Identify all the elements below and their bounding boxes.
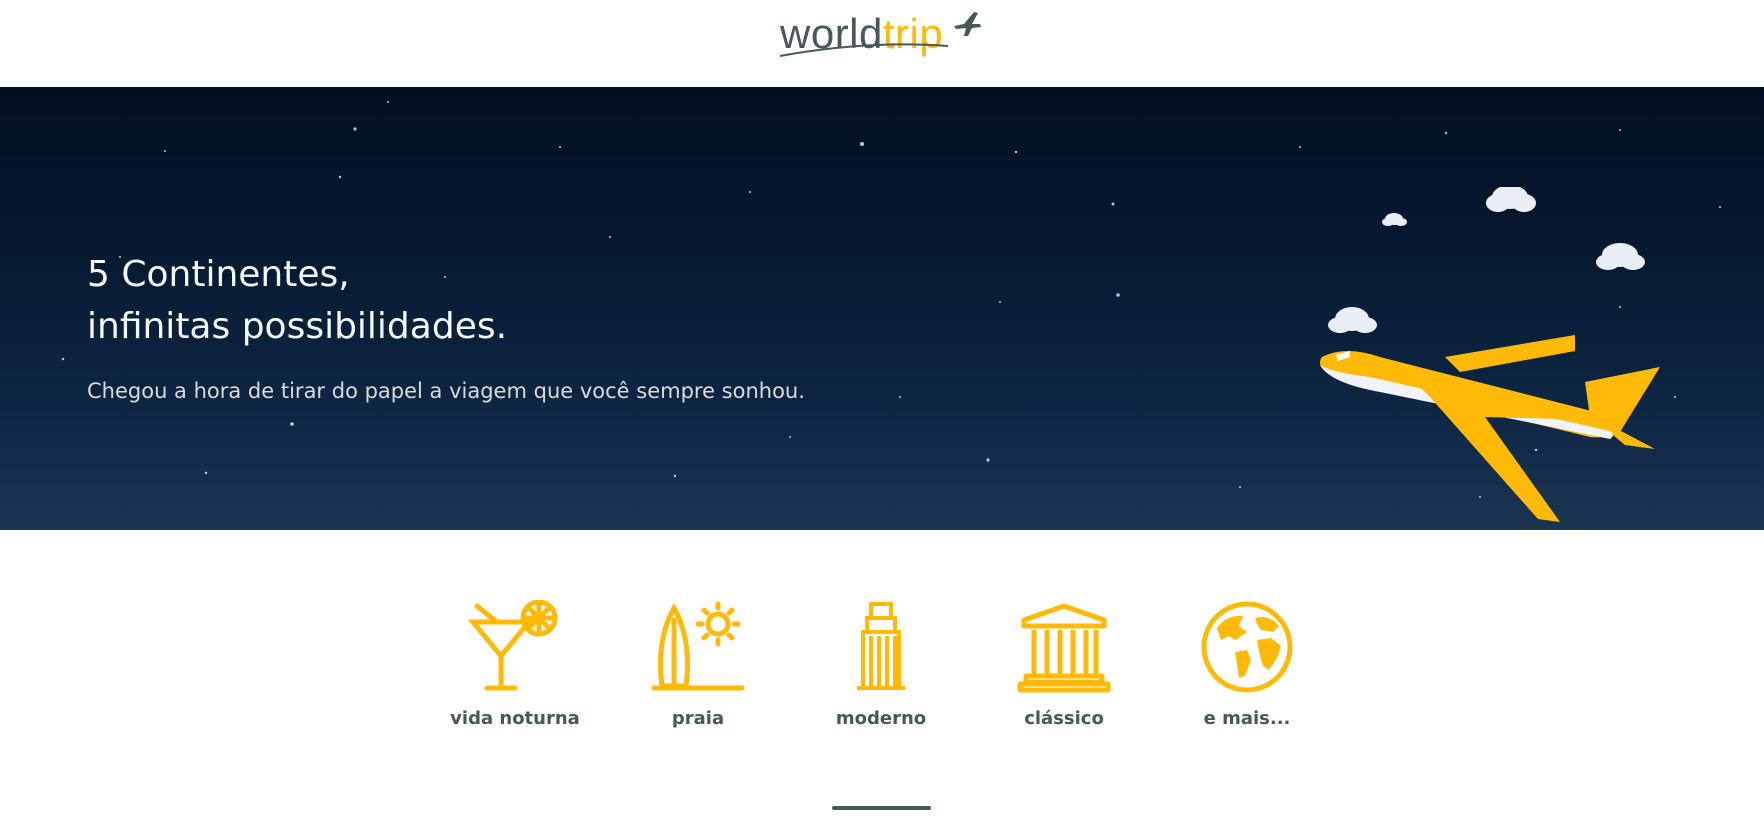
worldtrip-logo[interactable]: worldtrip — [778, 6, 984, 62]
cocktail-icon — [467, 600, 558, 691]
airplane-illustration — [1320, 187, 1660, 522]
skyscraper-icon — [857, 602, 905, 690]
travel-type-item[interactable]: praia — [613, 600, 783, 729]
travel-type-label: moderno — [835, 708, 927, 729]
travel-type-item[interactable]: clássico — [979, 600, 1149, 729]
banner-title: 5 Continentes, infinitas possibilidades. — [87, 249, 507, 353]
surf-sun-icon — [651, 601, 745, 691]
travel-type-label: vida noturna — [450, 708, 580, 729]
travel-type-label: praia — [671, 708, 725, 729]
airplane-icon — [954, 12, 981, 36]
travel-type-item[interactable]: e mais... — [1162, 600, 1332, 729]
travel-type-label: e mais... — [1203, 708, 1291, 729]
banner-subtitle: Chegou a hora de tirar do papel a viagem… — [87, 379, 805, 403]
travel-type-item[interactable]: moderno — [796, 600, 966, 729]
logo-swoosh-icon — [779, 43, 949, 57]
cloud-icon — [1328, 187, 1645, 333]
section-divider — [832, 806, 931, 810]
header: worldtrip — [0, 0, 1764, 87]
banner-title-line2: infinitas possibilidades. — [87, 306, 508, 347]
museum-icon — [1017, 603, 1111, 693]
travel-type-item[interactable]: vida noturna — [430, 600, 600, 729]
travel-type-label: clássico — [1024, 708, 1104, 729]
globe-icon — [1201, 601, 1293, 693]
travel-types-list: vida noturna praia moderno clássico e ma… — [0, 600, 1764, 740]
banner-title-line1: 5 Continentes, — [87, 254, 350, 295]
hero-banner: 5 Continentes, infinitas possibilidades.… — [0, 87, 1764, 530]
